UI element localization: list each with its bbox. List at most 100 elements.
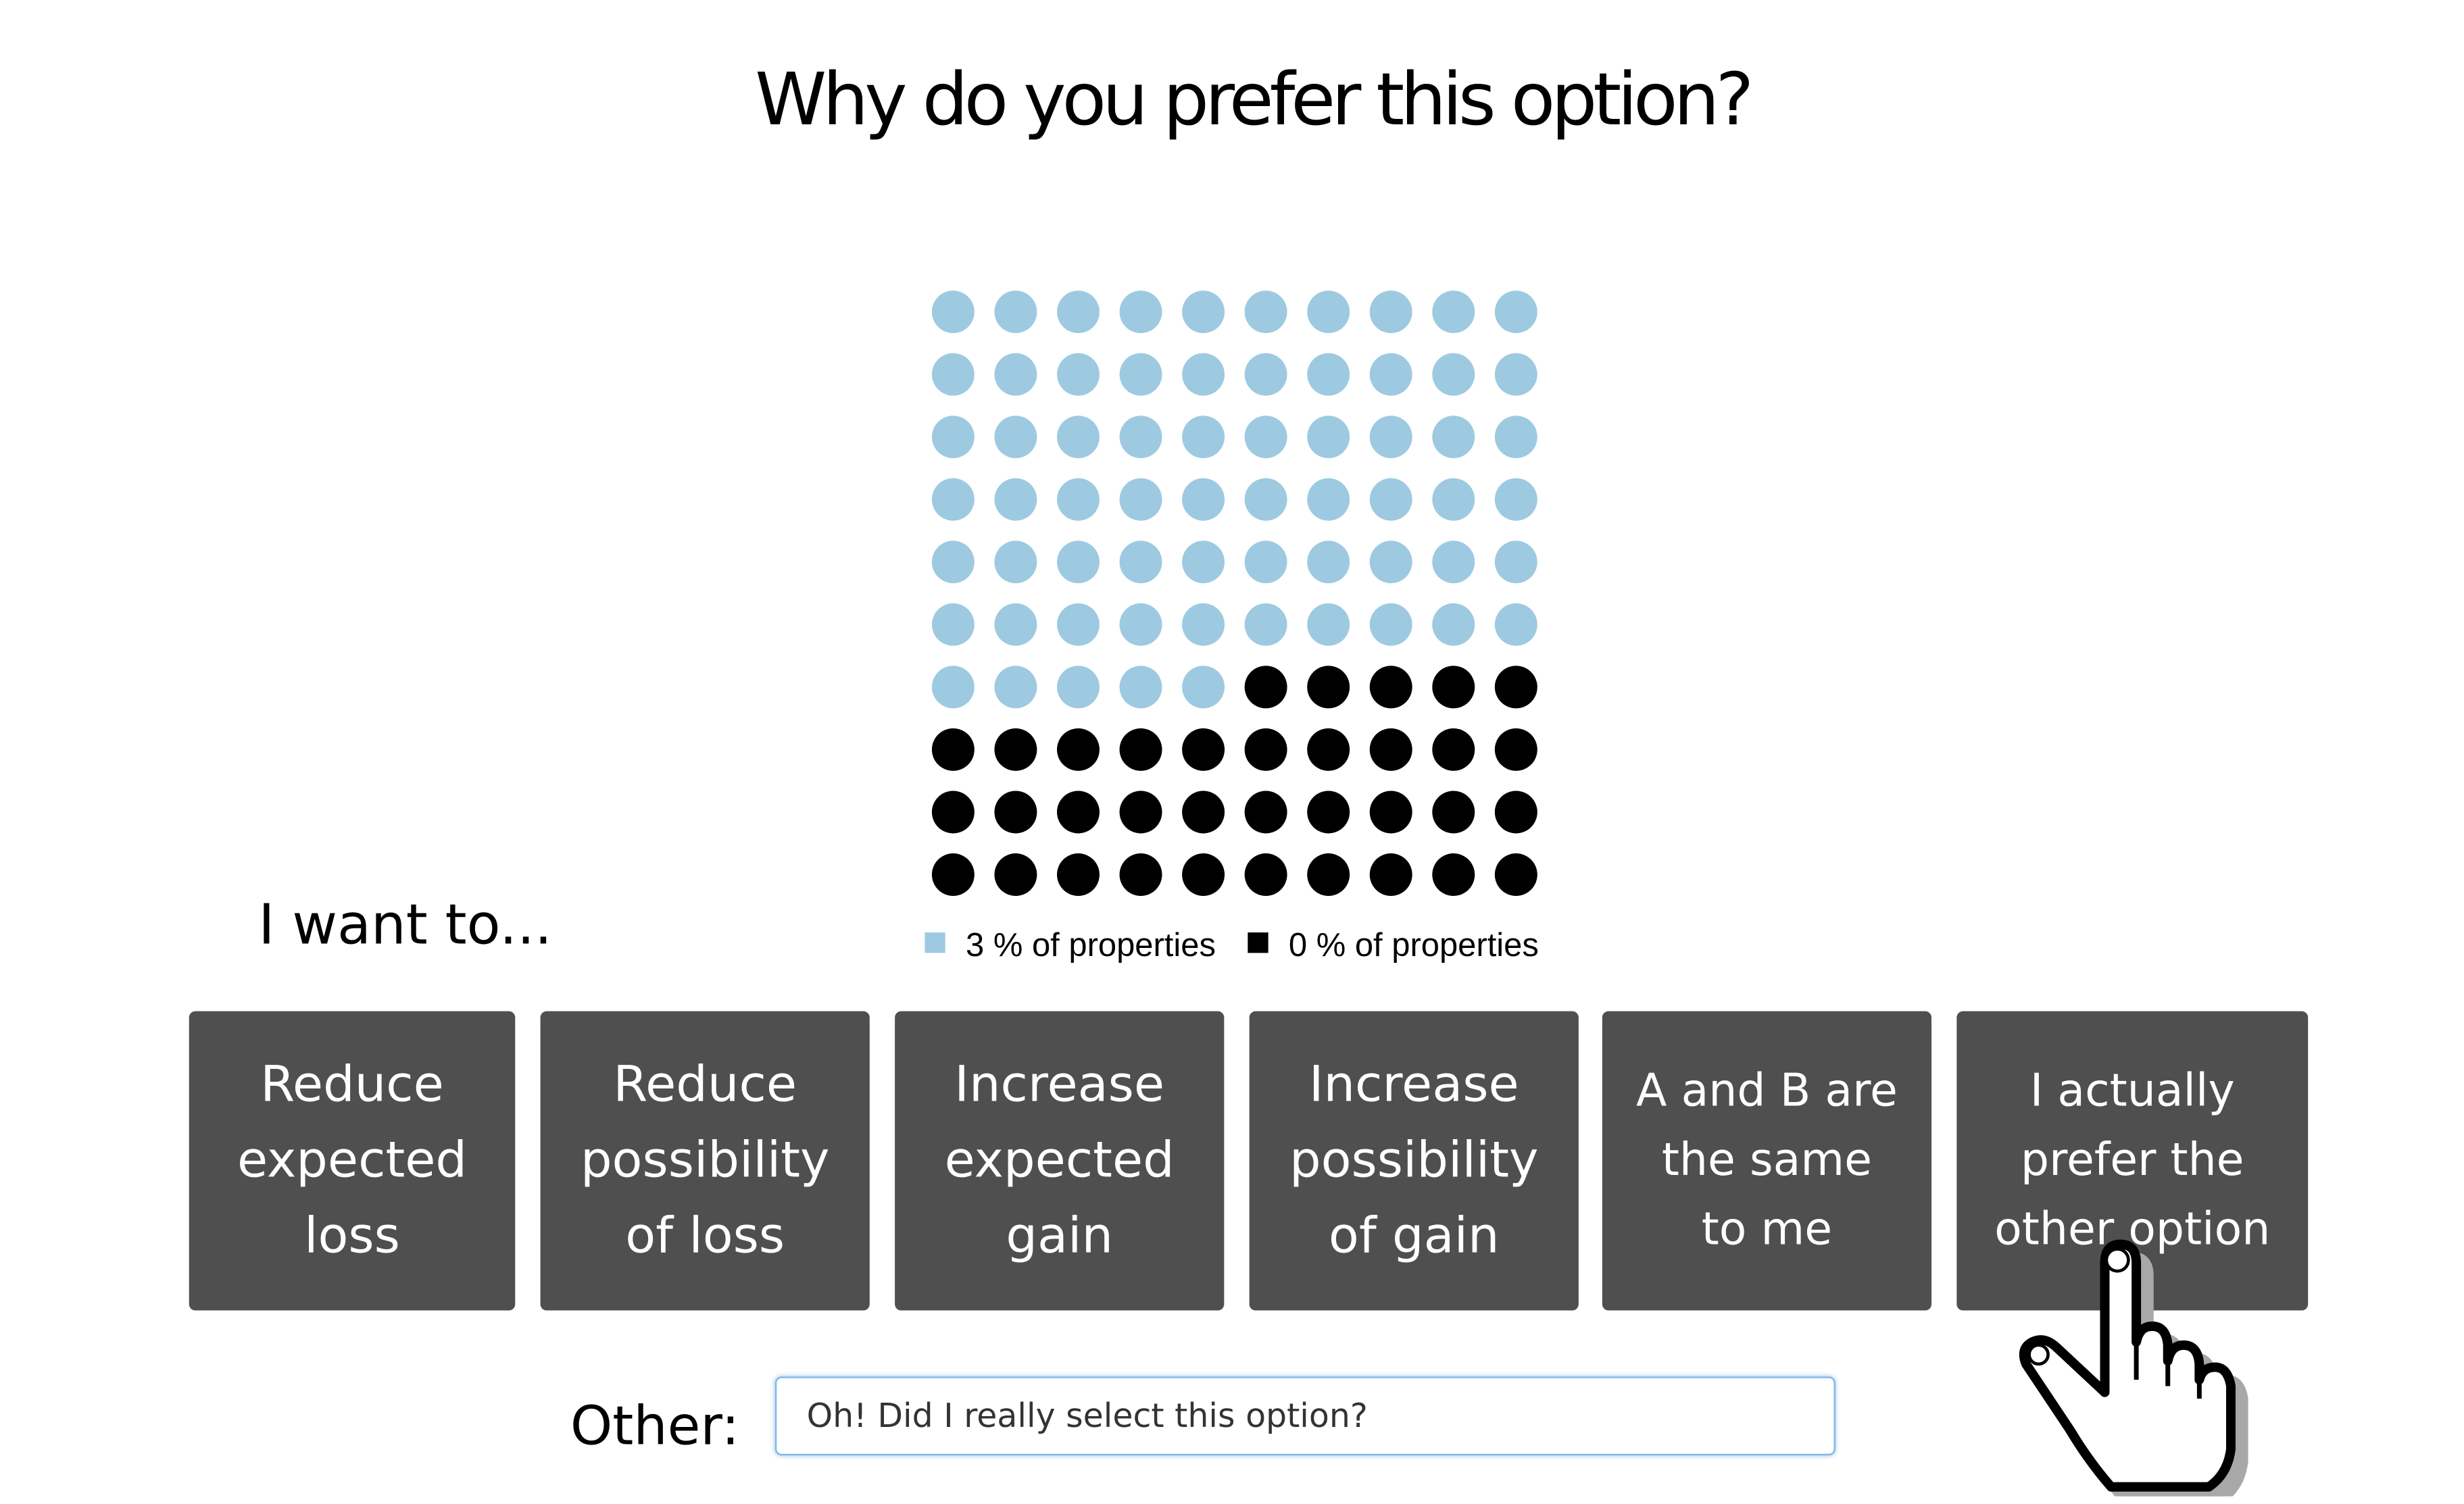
waffle-point-light: [1369, 291, 1412, 334]
waffle-point-light: [1119, 603, 1162, 646]
waffle-point-light: [994, 603, 1037, 646]
waffle-point-dark: [1057, 791, 1100, 834]
waffle-point-dark: [1244, 728, 1287, 771]
waffle-point-light: [1369, 353, 1412, 396]
waffle-point-light: [1432, 541, 1475, 584]
waffle-point-dark: [1057, 853, 1100, 896]
waffle-point-light: [1057, 416, 1100, 459]
waffle-point-dark: [1494, 853, 1537, 896]
waffle-point-light: [994, 291, 1037, 334]
waffle-point-light: [1369, 603, 1412, 646]
waffle-point-light: [1307, 291, 1350, 334]
waffle-point-light: [1182, 416, 1225, 459]
waffle-point-light: [931, 353, 975, 396]
waffle-point-light: [931, 478, 975, 521]
waffle-point-light: [1182, 541, 1225, 584]
waffle-point-light: [1119, 478, 1162, 521]
other-input[interactable]: [774, 1376, 1835, 1456]
waffle-point-dark: [1244, 666, 1287, 709]
waffle-point-light: [1432, 291, 1475, 334]
waffle-point-light: [1182, 666, 1225, 709]
waffle-point-dark: [931, 791, 975, 834]
option-same-to-me-button[interactable]: A and B are the same to me: [1602, 1011, 1932, 1311]
waffle-point-light: [994, 416, 1037, 459]
waffle-point-dark: [1432, 728, 1475, 771]
waffle-point-light: [1494, 291, 1537, 334]
waffle-point-light: [1369, 478, 1412, 521]
option-increase-expected-gain-button[interactable]: Increase expected gain: [895, 1011, 1225, 1311]
waffle-point-dark: [1432, 666, 1475, 709]
waffle-point-light: [1307, 478, 1350, 521]
waffle-point-light: [1057, 541, 1100, 584]
waffle-point-light: [1057, 291, 1100, 334]
legend-swatch-light: [925, 932, 945, 953]
waffle-point-light: [1494, 416, 1537, 459]
waffle-point-light: [994, 353, 1037, 396]
waffle-point-light: [1494, 541, 1537, 584]
waffle-point-dark: [1182, 853, 1225, 896]
waffle-point-dark: [1307, 791, 1350, 834]
waffle-point-light: [931, 541, 975, 584]
hand-pointer-icon: [2013, 1228, 2265, 1504]
waffle-point-dark: [1119, 791, 1162, 834]
waffle-point-light: [1182, 291, 1225, 334]
waffle-point-light: [1244, 603, 1287, 646]
waffle-point-light: [1119, 291, 1162, 334]
waffle-point-light: [1244, 416, 1287, 459]
waffle-point-light: [1119, 541, 1162, 584]
waffle-point-light: [994, 541, 1037, 584]
waffle-point-light: [1182, 353, 1225, 396]
waffle-point-light: [1244, 541, 1287, 584]
waffle-point-dark: [994, 791, 1037, 834]
waffle-point-dark: [1369, 791, 1412, 834]
waffle-point-light: [1057, 603, 1100, 646]
waffle-point-light: [931, 603, 975, 646]
prompt-label: I want to...: [258, 895, 552, 958]
waffle-point-light: [1244, 291, 1287, 334]
waffle-point-dark: [1369, 666, 1412, 709]
waffle-point-dark: [1494, 791, 1537, 834]
waffle-point-dark: [1369, 853, 1412, 896]
waffle-point-light: [1057, 478, 1100, 521]
waffle-point-dark: [931, 853, 975, 896]
waffle-point-dark: [1307, 666, 1350, 709]
waffle-point-dark: [931, 728, 975, 771]
waffle-point-light: [1494, 478, 1537, 521]
waffle-point-dark: [1369, 728, 1412, 771]
waffle-point-dark: [1182, 728, 1225, 771]
waffle-point-dark: [1494, 666, 1537, 709]
option-increase-possibility-of-gain-button[interactable]: Increase possibility of gain: [1249, 1011, 1579, 1311]
waffle-point-light: [1119, 666, 1162, 709]
waffle-point-light: [931, 666, 975, 709]
option-reduce-expected-loss-button[interactable]: Reduce expected loss: [189, 1011, 516, 1311]
waffle-point-light: [1494, 353, 1537, 396]
waffle-point-light: [1182, 603, 1225, 646]
legend-label-light: 3 % of properties: [966, 927, 1216, 963]
waffle-point-light: [931, 416, 975, 459]
waffle-point-dark: [1432, 853, 1475, 896]
waffle-point-light: [1432, 416, 1475, 459]
waffle-point-light: [1307, 416, 1350, 459]
waffle-point-dark: [1494, 728, 1537, 771]
waffle-point-dark: [1057, 728, 1100, 771]
waffle-point-dark: [1307, 728, 1350, 771]
waffle-point-dark: [1119, 728, 1162, 771]
waffle-point-light: [1307, 603, 1350, 646]
waffle-point-light: [1244, 353, 1287, 396]
waffle-point-light: [1182, 478, 1225, 521]
waffle-point-light: [1307, 541, 1350, 584]
waffle-point-light: [931, 291, 975, 334]
waffle-point-light: [1119, 353, 1162, 396]
option-reduce-possibility-of-loss-button[interactable]: Reduce possibility of loss: [540, 1011, 870, 1311]
other-label: Other:: [570, 1395, 740, 1459]
waffle-point-light: [1369, 541, 1412, 584]
waffle-point-dark: [994, 853, 1037, 896]
waffle-point-dark: [1244, 853, 1287, 896]
legend-swatch-dark: [1248, 932, 1268, 953]
waffle-point-light: [994, 478, 1037, 521]
waffle-point-light: [1307, 353, 1350, 396]
waffle-point-light: [1057, 666, 1100, 709]
waffle-point-dark: [1182, 791, 1225, 834]
waffle-point-dark: [1307, 853, 1350, 896]
waffle-point-dark: [994, 728, 1037, 771]
